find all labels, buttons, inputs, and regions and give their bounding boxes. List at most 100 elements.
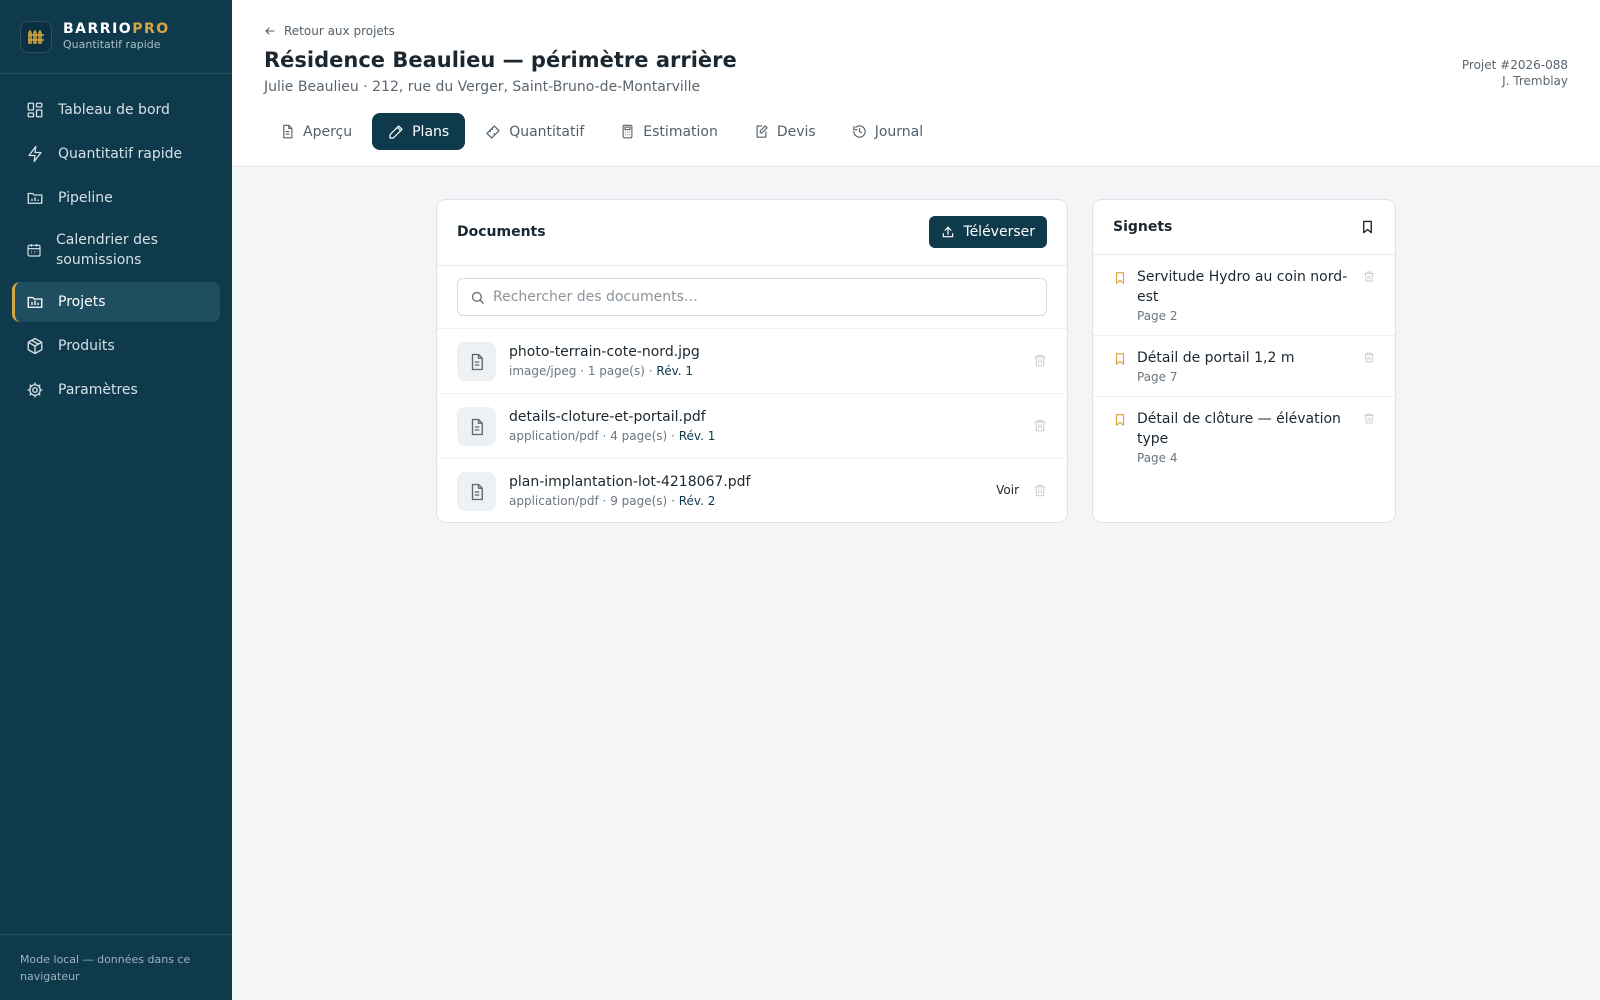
document-meta: application/pdf · 4 page(s) · Rév. 1 (509, 429, 716, 443)
document-search-input[interactable] (493, 289, 1013, 305)
documents-card: Documents Téléverser photo-terrain-cote-… (436, 199, 1068, 523)
calendar-icon (27, 244, 41, 257)
view-document-button[interactable]: Voir (996, 483, 1019, 497)
delete-document-button[interactable] (1033, 353, 1047, 372)
bookmark-icon (1115, 272, 1125, 284)
bookmarks-header: Signets (1093, 200, 1395, 255)
upload-button[interactable]: Téléverser (929, 216, 1047, 248)
sidebar-item-label: Paramètres (58, 382, 138, 398)
documents-title: Documents (457, 224, 546, 240)
package-icon (27, 337, 43, 355)
bookmark-icon (1115, 353, 1125, 365)
tab-estimation[interactable]: Estimation (604, 113, 734, 150)
projects-icon (27, 296, 43, 308)
tab-plans[interactable]: Plans (372, 113, 466, 150)
sidebar-item-pipeline[interactable]: Pipeline (12, 178, 220, 218)
lightning-icon (28, 145, 42, 163)
client-address: Julie Beaulieu · 212, rue du Verger, Sai… (264, 79, 701, 95)
file-icon (457, 407, 496, 446)
add-bookmark-button[interactable] (1360, 219, 1375, 239)
sidebar-item-label: Tableau de bord (58, 102, 170, 118)
calculator-icon (622, 124, 633, 139)
sidebar-item-calendar[interactable]: Calendrier des soumissions (12, 222, 220, 278)
file-icon (457, 342, 496, 381)
bookmark-page: Page 7 (1137, 370, 1178, 384)
search-box[interactable] (457, 278, 1047, 316)
project-owner: J. Tremblay (1502, 74, 1568, 88)
sidebar-item-label: Projets (58, 294, 106, 310)
delete-bookmark-button[interactable] (1363, 268, 1375, 287)
file-icon (457, 472, 496, 511)
pencil-icon (389, 124, 403, 139)
search-bar (437, 266, 1067, 329)
document-meta: application/pdf · 9 page(s) · Rév. 2 (509, 494, 716, 508)
bookmark-label: Servitude Hydro au coin nord-est (1137, 269, 1348, 305)
dashboard-icon (27, 102, 43, 118)
document-name[interactable]: photo-terrain-cote-nord.jpg (509, 344, 700, 360)
bookmarks-title: Signets (1113, 219, 1173, 235)
bookmark-page: Page 4 (1137, 451, 1178, 465)
bookmark-item[interactable]: Détail de portail 1,2 m Page 7 (1093, 336, 1395, 397)
sidebar-item-label: Produits (58, 338, 115, 354)
trash-icon (1034, 419, 1046, 432)
ruler-icon (486, 124, 500, 139)
back-to-projects-link[interactable]: Retour aux projets (264, 24, 395, 38)
project-tabs: Aperçu Plans Quantitatif Estimation Devi… (264, 113, 943, 150)
tab-label: Plans (412, 123, 450, 140)
sidebar-item-products[interactable]: Produits (12, 326, 220, 366)
bookmark-text: Détail de clôture — élévation type Page … (1137, 409, 1353, 467)
document-row[interactable]: plan-implantation-lot-4218067.pdf applic… (437, 459, 1067, 524)
trash-icon (1034, 484, 1046, 497)
tab-label: Journal (874, 123, 924, 140)
page-title: Résidence Beaulieu — périmètre arrière (264, 48, 737, 72)
sidebar-item-projects[interactable]: Projets (12, 282, 220, 322)
back-label: Retour aux projets (284, 24, 395, 38)
delete-document-button[interactable] (1033, 483, 1047, 502)
brand-subtitle: Quantitatif rapide (63, 38, 161, 51)
bookmark-icon (1115, 414, 1125, 426)
tab-apercu[interactable]: Aperçu (264, 113, 368, 150)
edit-document-icon (756, 125, 768, 138)
document-row[interactable]: photo-terrain-cote-nord.jpg image/jpeg ·… (437, 329, 1067, 394)
trash-icon (1364, 413, 1374, 424)
bookmark-item[interactable]: Détail de clôture — élévation type Page … (1093, 397, 1395, 478)
tab-label: Aperçu (303, 123, 353, 140)
document-row[interactable]: details-cloture-et-portail.pdf applicati… (437, 394, 1067, 459)
pipeline-icon (27, 192, 43, 204)
sidebar-item-label: Quantitatif rapide (58, 146, 183, 162)
bookmark-text: Détail de portail 1,2 m Page 7 (1137, 348, 1353, 386)
sidebar-item-dashboard[interactable]: Tableau de bord (12, 90, 220, 130)
upload-icon (943, 226, 954, 238)
history-icon (853, 125, 866, 138)
fence-logo-icon (20, 20, 52, 53)
bookmark-text: Servitude Hydro au coin nord-est Page 2 (1137, 267, 1353, 325)
tab-label: Estimation (643, 123, 718, 140)
revision-label: Rév. 2 (678, 494, 716, 508)
sidebar-item-quick-takeoff[interactable]: Quantitatif rapide (12, 134, 220, 174)
revision-label: Rév. 1 (656, 364, 694, 378)
bookmark-icon (1363, 220, 1372, 234)
sidebar-item-settings[interactable]: Paramètres (12, 370, 220, 410)
tab-devis[interactable]: Devis (738, 113, 832, 150)
search-icon (471, 291, 484, 304)
delete-bookmark-button[interactable] (1363, 410, 1375, 429)
tab-quantitatif[interactable]: Quantitatif (469, 113, 600, 150)
bookmark-item[interactable]: Servitude Hydro au coin nord-est Page 2 (1093, 255, 1395, 336)
delete-bookmark-button[interactable] (1363, 349, 1375, 368)
tab-journal[interactable]: Journal (836, 113, 939, 150)
storage-mode-note: Mode local — données dans ce navigateur (0, 934, 232, 1000)
document-name[interactable]: details-cloture-et-portail.pdf (509, 409, 706, 425)
trash-icon (1364, 271, 1374, 282)
gear-icon (27, 382, 43, 398)
document-name[interactable]: plan-implantation-lot-4218067.pdf (509, 474, 750, 490)
trash-icon (1364, 352, 1374, 363)
brand-name: BARRIOPRO (63, 21, 170, 37)
delete-document-button[interactable] (1033, 418, 1047, 437)
tab-label: Quantitatif (509, 123, 585, 140)
trash-icon (1034, 354, 1046, 367)
revision-label: Rév. 1 (678, 429, 716, 443)
tab-label: Devis (776, 123, 816, 140)
brand[interactable]: BARRIOPRO Quantitatif rapide (0, 0, 232, 74)
document-meta: image/jpeg · 1 page(s) · Rév. 1 (509, 364, 694, 378)
sidebar-item-label: Calendrier des soumissions (56, 232, 158, 268)
